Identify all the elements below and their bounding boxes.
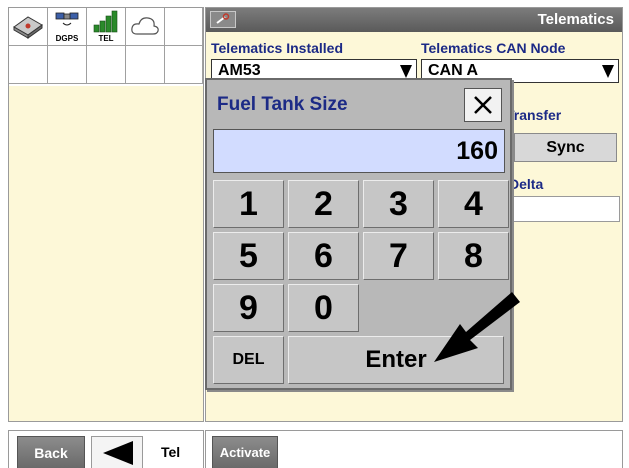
- triangle-left-icon: [103, 440, 133, 465]
- key-4[interactable]: 4: [438, 180, 509, 228]
- close-button[interactable]: [464, 88, 502, 122]
- transfer-label: Transfer: [506, 107, 562, 123]
- activate-button[interactable]: Activate: [212, 436, 278, 468]
- shortcut-empty[interactable]: [48, 46, 87, 84]
- tel-label: Tel: [161, 444, 181, 460]
- cloud-icon: [131, 17, 159, 35]
- shortcut-cloud[interactable]: [126, 8, 165, 46]
- shortcut-empty[interactable]: [126, 46, 165, 84]
- chevron-down-icon: [600, 62, 616, 80]
- bottom-actions: Activate: [205, 430, 623, 468]
- page-title: Telematics: [537, 11, 614, 28]
- bottom-nav: Back Tel: [8, 430, 204, 468]
- left-panel: DGPS TEL: [8, 7, 204, 422]
- key-7[interactable]: 7: [363, 232, 434, 280]
- installed-label: Telematics Installed: [211, 40, 344, 56]
- value-display: 160: [213, 129, 505, 173]
- back-button[interactable]: Back: [17, 436, 85, 468]
- telematics-screen: DGPS TEL Telematics Telematics Installed…: [0, 0, 629, 468]
- shortcut-book[interactable]: [9, 8, 48, 46]
- key-6[interactable]: 6: [288, 232, 359, 280]
- signal-bars-icon: [93, 10, 118, 33]
- shortcut-empty[interactable]: [165, 8, 203, 46]
- can-node-label: Telematics CAN Node: [421, 40, 566, 56]
- sync-button[interactable]: Sync: [514, 133, 617, 162]
- pointer-arrow-icon: [434, 292, 520, 362]
- previous-button[interactable]: [91, 436, 143, 468]
- delta-label: Delta: [509, 176, 544, 192]
- key-8[interactable]: 8: [438, 232, 509, 280]
- key-9[interactable]: 9: [213, 284, 284, 332]
- entered-value: 160: [456, 137, 498, 165]
- tool-icon[interactable]: [210, 11, 236, 28]
- key-1[interactable]: 1: [213, 180, 284, 228]
- title-bar: Telematics: [206, 8, 622, 32]
- dialog-title: Fuel Tank Size: [217, 94, 348, 115]
- key-2[interactable]: 2: [288, 180, 359, 228]
- shortcut-empty[interactable]: [87, 46, 126, 84]
- shortcut-empty[interactable]: [165, 46, 203, 84]
- key-0[interactable]: 0: [288, 284, 359, 332]
- satellite-icon: [55, 12, 79, 26]
- shortcut-caption: DGPS: [55, 34, 79, 43]
- key-5[interactable]: 5: [213, 232, 284, 280]
- shortcut-tel[interactable]: TEL: [87, 8, 126, 46]
- wrench-icon: [216, 13, 230, 24]
- shortcut-caption: TEL: [98, 34, 114, 43]
- shortcut-grid: DGPS TEL: [9, 8, 203, 86]
- close-icon: [474, 96, 492, 114]
- shortcut-dgps[interactable]: DGPS: [48, 8, 87, 46]
- key-3[interactable]: 3: [363, 180, 434, 228]
- delta-input[interactable]: [509, 196, 620, 222]
- delete-button[interactable]: DEL: [213, 336, 284, 384]
- bottom-bar: Back Tel Activate: [0, 424, 629, 468]
- shortcut-empty[interactable]: [9, 46, 48, 84]
- book-icon: [13, 16, 43, 39]
